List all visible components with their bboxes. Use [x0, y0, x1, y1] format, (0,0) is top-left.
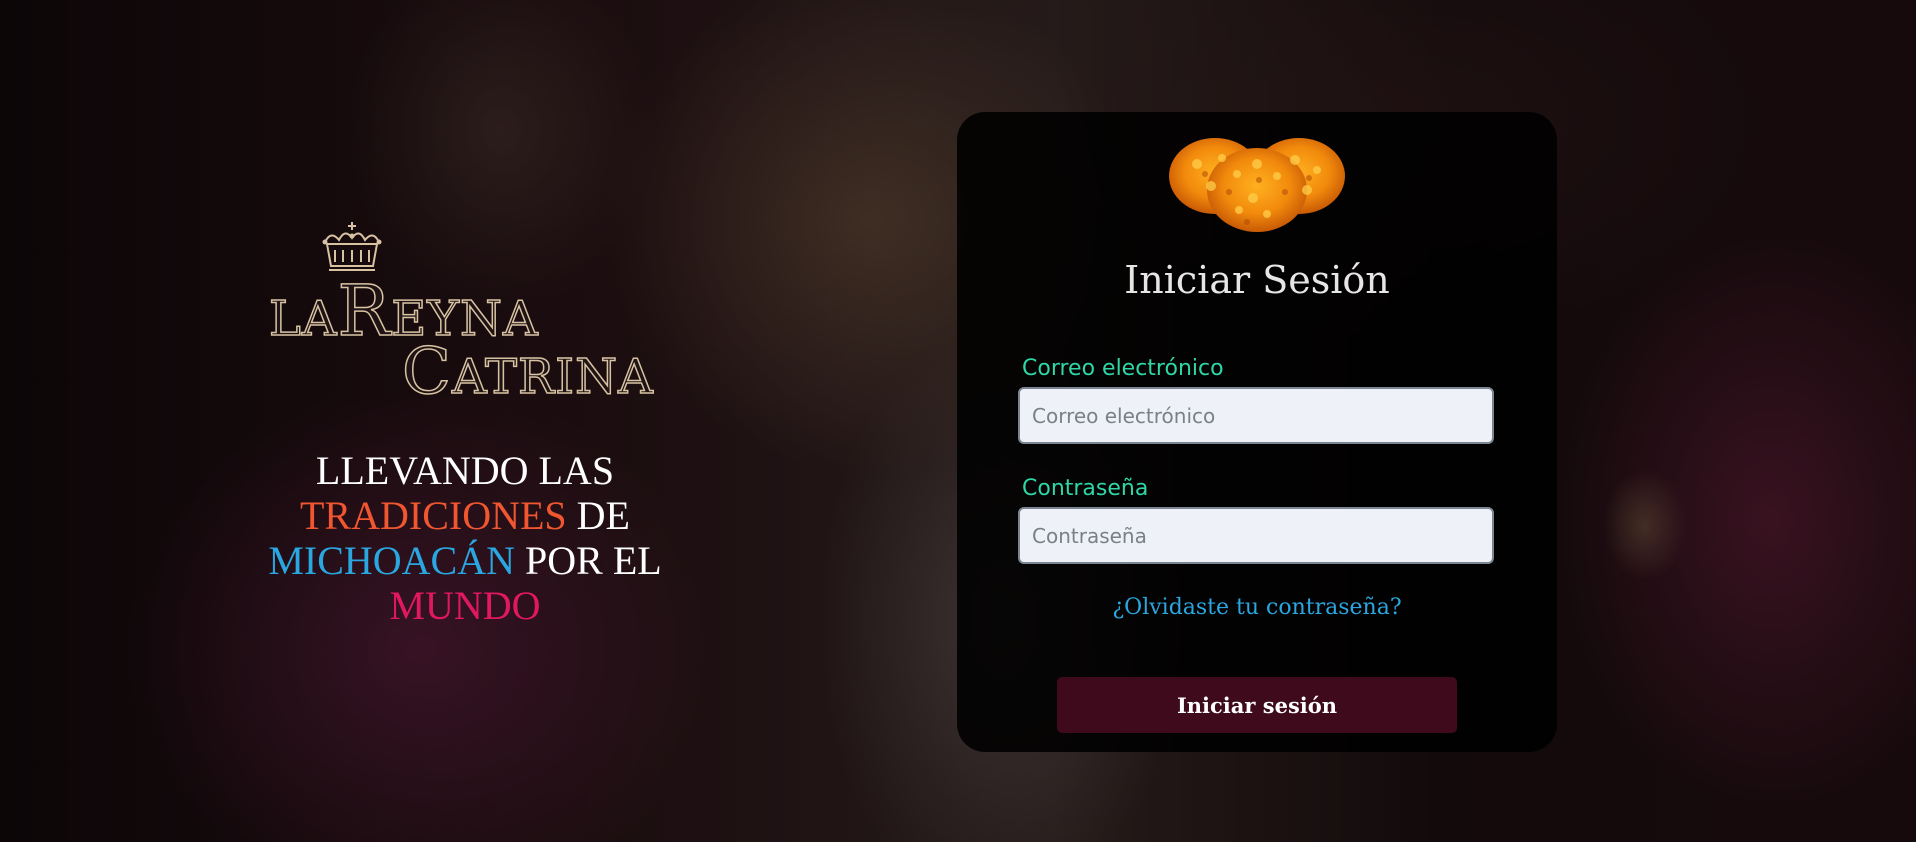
tagline-michoacan: MICHOACÁN [268, 538, 515, 583]
logo-text-r: R [337, 269, 392, 353]
tagline-part-1: LLEVANDO LAS [315, 448, 615, 493]
login-title: Iniciar Sesión [1124, 258, 1390, 302]
password-field[interactable] [1018, 507, 1494, 564]
email-label: Correo electrónico [1022, 356, 1224, 381]
tagline-mundo: MUNDO [389, 583, 541, 628]
login-submit-button[interactable]: Iniciar sesión [1057, 677, 1457, 733]
logo-line-2: CATRINA [401, 334, 654, 410]
brand-section: LAREYNA CATRINA LLEVANDO LAS TRADICIONES… [230, 220, 700, 628]
logo-text-la: LA [268, 290, 338, 348]
tagline-de: DE [566, 493, 630, 538]
tagline-tradiciones: TRADICIONES [300, 493, 567, 538]
marigold-flower-icon [1169, 138, 1345, 232]
tagline-por-el: POR EL [515, 538, 662, 583]
logo-text-atrina: ATRINA [451, 348, 654, 406]
brand-logo: LAREYNA CATRINA [245, 220, 685, 410]
forgot-password-link[interactable]: ¿Olvidaste tu contraseña? [957, 595, 1557, 620]
password-label: Contraseña [1022, 476, 1149, 501]
login-card: Iniciar Sesión Correo electrónico Contra… [957, 112, 1557, 752]
brand-tagline: LLEVANDO LAS TRADICIONES DE MICHOACÁN PO… [230, 448, 700, 628]
crown-icon [322, 222, 382, 271]
logo-text-c: C [401, 334, 452, 410]
email-field[interactable] [1018, 387, 1494, 444]
